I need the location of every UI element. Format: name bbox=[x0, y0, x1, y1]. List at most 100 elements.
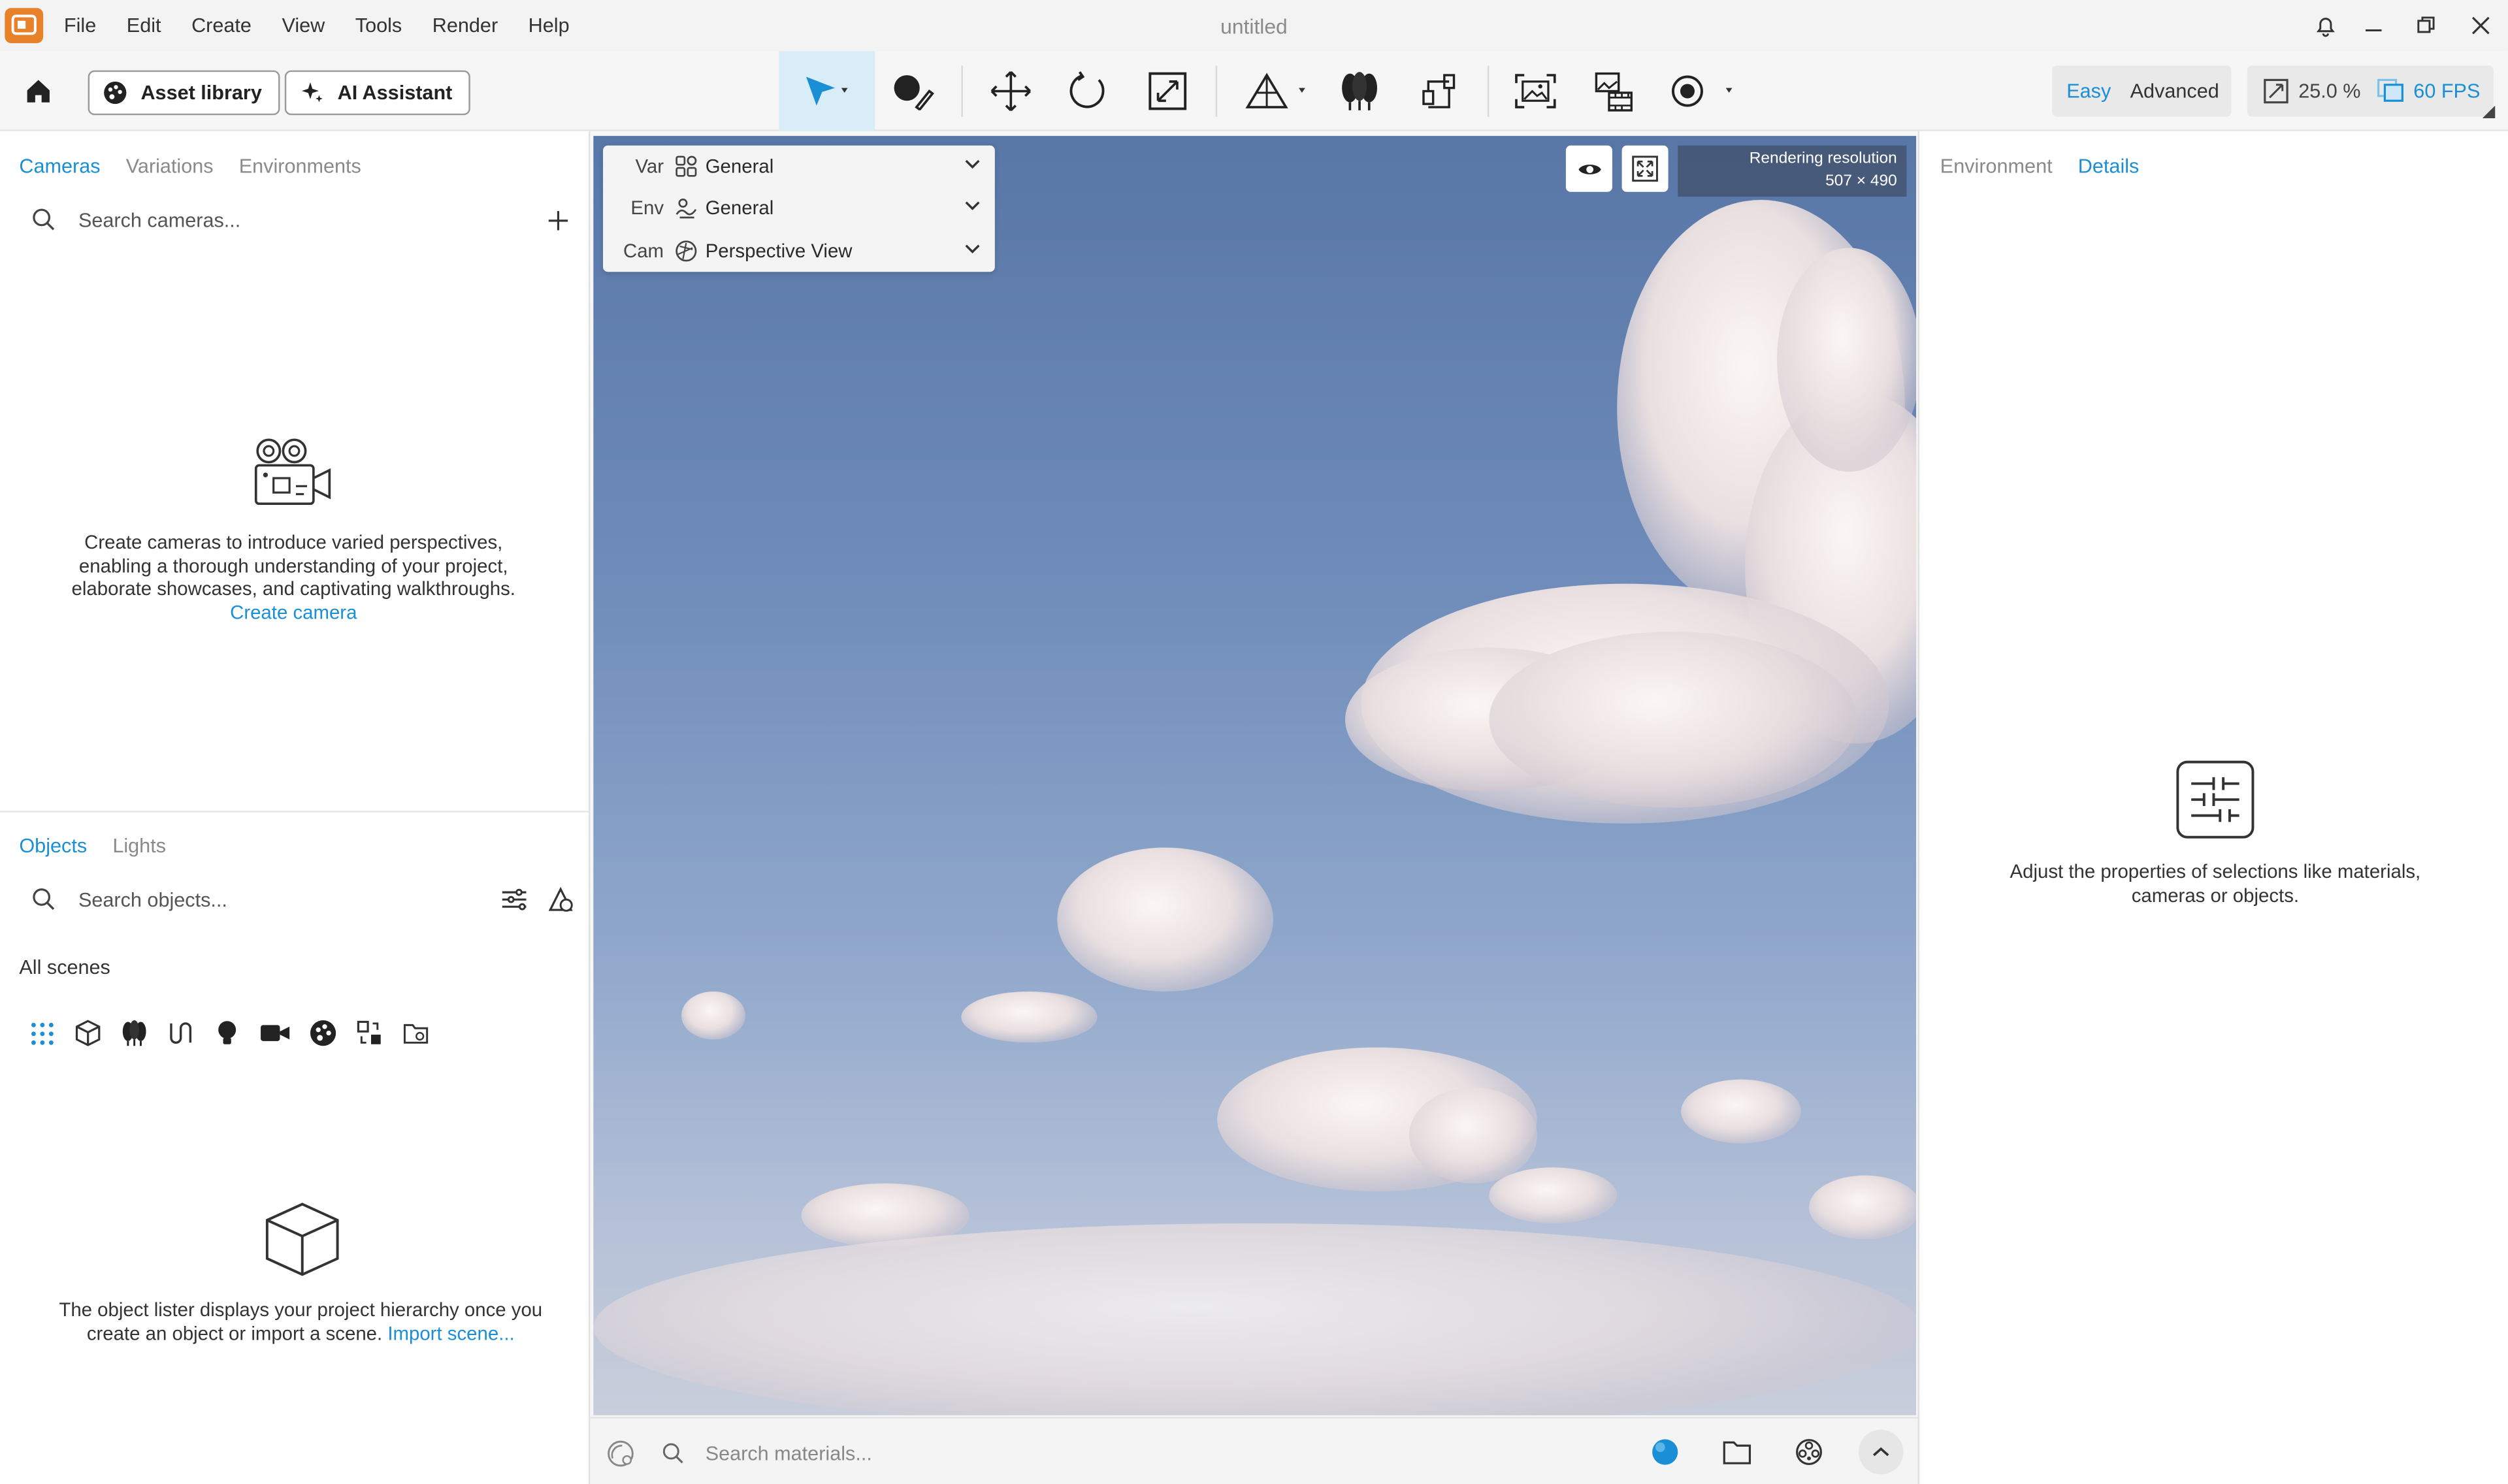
folder-icon bbox=[1723, 1441, 1751, 1464]
fullscreen-button[interactable] bbox=[1621, 145, 1669, 192]
scene-context-panel: Var General Env General Cam Perspective … bbox=[603, 145, 995, 272]
select-tool-button[interactable] bbox=[779, 51, 875, 131]
tab-environment[interactable]: Environment bbox=[1940, 155, 2053, 177]
rotate-icon bbox=[1069, 71, 1105, 108]
render-image-icon bbox=[1515, 74, 1556, 108]
easy-mode-button[interactable]: Easy bbox=[2066, 80, 2111, 102]
menu-tools[interactable]: Tools bbox=[355, 14, 402, 37]
material-filter-icon[interactable] bbox=[309, 1019, 338, 1048]
rotate-tool-button[interactable] bbox=[1054, 51, 1121, 131]
select-icon bbox=[806, 76, 848, 106]
camera-tabs: Cameras Variations Environments bbox=[19, 155, 361, 177]
object-placeholder-cube-icon bbox=[265, 1202, 339, 1276]
rendering-resolution-overlay: Rendering resolution 507 × 490 bbox=[1678, 145, 1907, 197]
object-tabs: Objects Lights bbox=[19, 835, 166, 857]
menu-render[interactable]: Render bbox=[432, 14, 498, 37]
restore-icon[interactable] bbox=[2411, 10, 2443, 42]
camera-search[interactable]: Search cameras... bbox=[32, 208, 240, 232]
asset-library-label: Asset library bbox=[140, 81, 262, 105]
search-icon bbox=[33, 208, 55, 231]
tab-objects[interactable]: Objects bbox=[19, 835, 87, 857]
fps-icon bbox=[2377, 78, 2403, 102]
scene-filter-label[interactable]: All scenes bbox=[19, 956, 110, 978]
material-search-input[interactable]: Search materials... bbox=[706, 1442, 872, 1464]
variations-icon bbox=[676, 155, 697, 177]
menu-create[interactable]: Create bbox=[191, 14, 252, 37]
render-image-button[interactable] bbox=[1502, 51, 1569, 131]
filter-icon[interactable] bbox=[500, 888, 528, 912]
object-search-input[interactable]: Search objects... bbox=[78, 888, 227, 911]
home-icon[interactable] bbox=[7, 51, 71, 131]
camera-filter-icon[interactable] bbox=[259, 1019, 291, 1048]
tab-cameras[interactable]: Cameras bbox=[19, 155, 100, 177]
ai-assistant-button[interactable]: AI Assistant bbox=[284, 70, 470, 116]
app-logo-icon[interactable] bbox=[5, 8, 44, 44]
expand-material-bar-button[interactable] bbox=[1858, 1429, 1904, 1475]
minimize-icon[interactable] bbox=[2358, 10, 2390, 42]
create-camera-link[interactable]: Create camera bbox=[230, 600, 357, 622]
render-video-button[interactable] bbox=[1580, 51, 1648, 131]
details-empty-text: Adjust the properties of selections like… bbox=[2010, 860, 2421, 906]
material-library-button[interactable] bbox=[1790, 1433, 1829, 1472]
performance-indicator[interactable]: 25.0 % 60 FPS bbox=[2247, 65, 2494, 117]
folder-icon[interactable] bbox=[402, 1019, 431, 1048]
environment-dropdown[interactable]: Env General bbox=[603, 187, 995, 229]
add-camera-icon[interactable] bbox=[547, 210, 569, 232]
record-tool-button[interactable] bbox=[1663, 51, 1746, 131]
search-icon bbox=[662, 1443, 683, 1464]
cube-icon[interactable] bbox=[74, 1019, 103, 1048]
camera-empty-text: Create cameras to introduce varied persp… bbox=[71, 530, 515, 600]
visibility-toggle-button[interactable] bbox=[1565, 145, 1612, 192]
material-sphere-icon[interactable] bbox=[606, 1439, 635, 1468]
object-search[interactable]: Search objects... bbox=[32, 888, 227, 912]
tab-lights[interactable]: Lights bbox=[112, 835, 166, 857]
paint-material-icon bbox=[894, 75, 934, 110]
tab-details[interactable]: Details bbox=[2078, 155, 2140, 177]
ai-assistant-label: AI Assistant bbox=[337, 81, 453, 105]
camera-search-input[interactable]: Search cameras... bbox=[78, 209, 240, 231]
vegetation-tool-button[interactable] bbox=[1326, 51, 1393, 131]
3d-viewport[interactable] bbox=[593, 136, 1917, 1415]
menu-view[interactable]: View bbox=[282, 14, 325, 37]
camera-key: Cam bbox=[623, 240, 664, 263]
eye-icon bbox=[1578, 163, 1601, 174]
animation-icon bbox=[1422, 74, 1456, 108]
path-icon[interactable] bbox=[167, 1019, 195, 1048]
shapes-filter-icon[interactable] bbox=[547, 886, 574, 913]
paint-material-button[interactable] bbox=[880, 51, 947, 131]
menu-file[interactable]: File bbox=[64, 14, 96, 37]
import-scene-link[interactable]: Import scene... bbox=[387, 1322, 514, 1344]
record-icon bbox=[1671, 75, 1733, 107]
menu-help[interactable]: Help bbox=[529, 14, 570, 37]
vegetation-icon bbox=[1342, 72, 1377, 110]
animation-tool-button[interactable] bbox=[1406, 51, 1473, 131]
camera-dropdown[interactable]: Cam Perspective View bbox=[603, 231, 995, 272]
scale-tool-button[interactable] bbox=[1134, 51, 1201, 131]
move-icon bbox=[990, 71, 1032, 112]
snap-tool-button[interactable] bbox=[1239, 51, 1316, 131]
grid-icon[interactable] bbox=[29, 1020, 56, 1047]
tab-variations[interactable]: Variations bbox=[126, 155, 214, 177]
notification-bell-icon[interactable] bbox=[2309, 10, 2341, 42]
open-folder-button[interactable] bbox=[1718, 1433, 1756, 1472]
move-tool-button[interactable] bbox=[977, 51, 1045, 131]
camera-value: Perspective View bbox=[705, 240, 853, 263]
light-bulb-icon[interactable] bbox=[213, 1019, 242, 1048]
scale-icon bbox=[1148, 72, 1187, 110]
swap-icon[interactable] bbox=[355, 1019, 384, 1048]
vegetation-filter-icon[interactable] bbox=[120, 1019, 149, 1048]
chevron-up-icon bbox=[1872, 1447, 1889, 1457]
close-icon[interactable] bbox=[2465, 10, 2497, 42]
chevron-down-icon bbox=[965, 244, 980, 254]
material-preview-button[interactable] bbox=[1646, 1433, 1684, 1472]
menu-edit[interactable]: Edit bbox=[127, 14, 161, 37]
tab-environments[interactable]: Environments bbox=[239, 155, 361, 177]
advanced-mode-button[interactable]: Advanced bbox=[2130, 80, 2219, 102]
material-bar: Search materials... bbox=[590, 1417, 1921, 1484]
material-ball-icon bbox=[1652, 1439, 1678, 1465]
variation-dropdown[interactable]: Var General bbox=[603, 146, 995, 187]
title-bar: File Edit Create View Tools Render Help … bbox=[0, 0, 2508, 52]
chevron-down-icon bbox=[965, 159, 980, 169]
palette-icon bbox=[104, 81, 127, 105]
asset-library-button[interactable]: Asset library bbox=[88, 70, 280, 116]
